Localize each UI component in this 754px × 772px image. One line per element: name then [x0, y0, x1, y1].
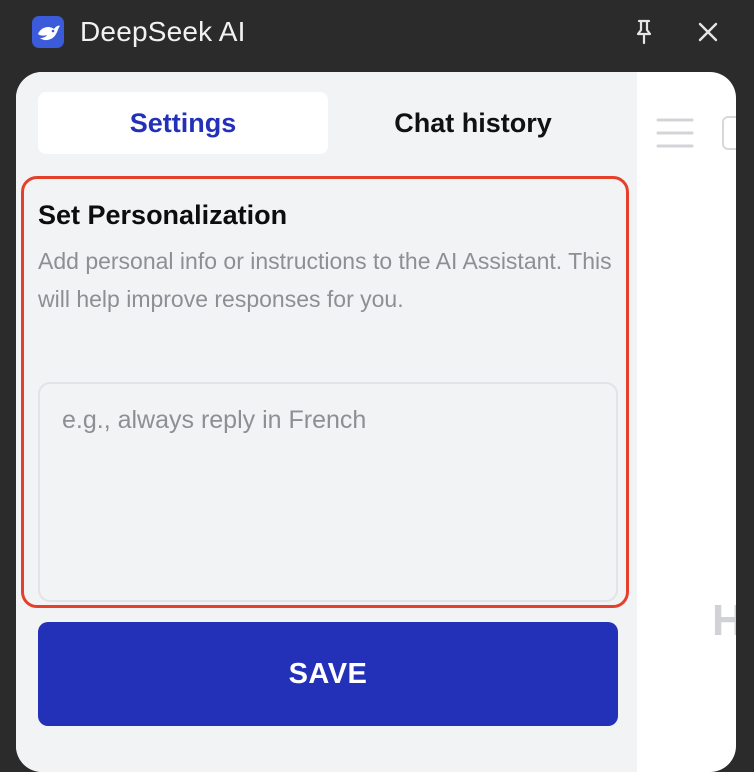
settings-column: Settings Chat history Set Personalizatio… — [16, 72, 637, 772]
side-panel-partial-text: H — [712, 596, 736, 645]
personalization-input[interactable] — [38, 382, 618, 602]
hamburger-menu-icon[interactable] — [656, 116, 694, 150]
tab-chat-history[interactable]: Chat history — [328, 92, 618, 154]
pin-icon[interactable] — [628, 16, 660, 48]
window-title: DeepSeek AI — [80, 16, 246, 47]
close-icon[interactable] — [692, 16, 724, 48]
personalization-description: Add personal info or instructions to the… — [38, 248, 612, 312]
deepseek-logo-icon — [32, 16, 64, 48]
save-button[interactable]: SAVE — [38, 622, 618, 726]
assistant-panel: Settings Chat history Set Personalizatio… — [16, 72, 736, 772]
window-titlebar: DeepSeek AI — [0, 0, 754, 68]
side-panel-square-icon[interactable] — [722, 116, 736, 150]
tab-settings[interactable]: Settings — [38, 92, 328, 154]
personalization-heading: Set Personalization — [38, 200, 288, 230]
